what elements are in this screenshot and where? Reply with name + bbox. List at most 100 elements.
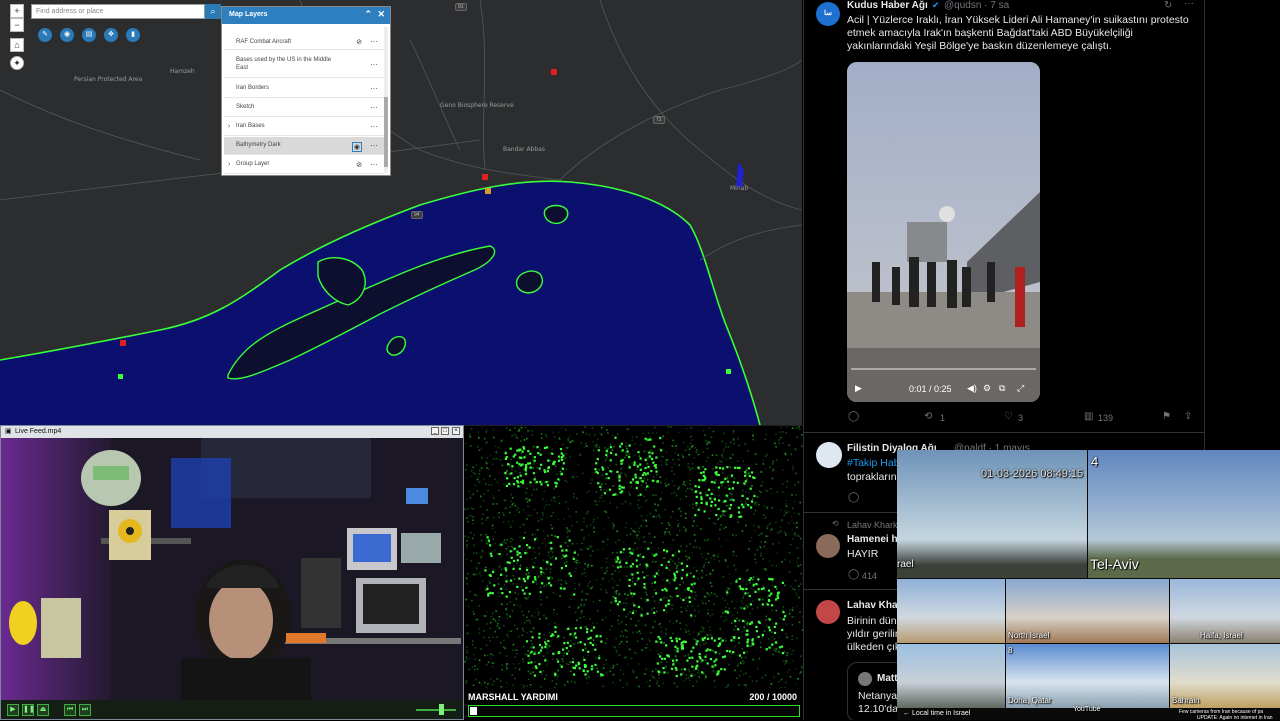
- live-feed-player-window[interactable]: ▣ Live Feed.mp4 _ □ ×: [0, 425, 464, 720]
- bookmark-icon[interactable]: ▮: [126, 28, 140, 42]
- matrix-dot: [742, 603, 744, 605]
- visibility-icon[interactable]: ◉: [352, 142, 362, 152]
- matrix-dot: [540, 571, 542, 573]
- avatar[interactable]: [816, 534, 840, 558]
- tweet-video[interactable]: ▶ 0:01 / 0:25 ◀) ⚙ ⧉ ⤢: [847, 62, 1040, 402]
- reply-icon[interactable]: ◯: [848, 492, 859, 503]
- matrix-dot: [570, 671, 572, 673]
- next-icon[interactable]: ⏭: [79, 704, 91, 716]
- search-icon[interactable]: ⌕: [205, 4, 221, 19]
- layer-item-sketch[interactable]: Sketch ···: [224, 99, 384, 117]
- grok-icon[interactable]: ↻: [1164, 0, 1172, 11]
- pip-icon[interactable]: ⧉: [999, 383, 1005, 394]
- camera-number: 4: [1091, 454, 1098, 469]
- matrix-dot: [741, 631, 743, 633]
- layer-item-iran-borders[interactable]: Iran Borders ···: [224, 80, 384, 98]
- layer-item-bathymetry-dark[interactable]: Bathymetry Dark ◉ ···: [224, 137, 384, 155]
- more-options-icon[interactable]: ···: [370, 37, 378, 46]
- more-options-icon[interactable]: ···: [370, 103, 378, 112]
- fullscreen-icon[interactable]: ⤢: [1017, 383, 1024, 394]
- eject-icon[interactable]: ⏏: [37, 704, 49, 716]
- map-canvas[interactable]: [0, 0, 802, 425]
- matrix-dot: [760, 646, 762, 648]
- close-button[interactable]: ×: [452, 427, 460, 435]
- visibility-icon[interactable]: ◉: [60, 28, 74, 42]
- share-icon[interactable]: ⇪: [1184, 411, 1192, 422]
- views-icon[interactable]: ▥: [1084, 411, 1093, 422]
- more-options-icon[interactable]: ···: [370, 141, 378, 150]
- matrix-dot: [668, 561, 670, 563]
- layer-item-us-bases[interactable]: Bases used by the US in the Middle East …: [224, 52, 384, 78]
- collapse-icon[interactable]: ⌃: [364, 9, 372, 20]
- player-video-frame[interactable]: [1, 438, 463, 701]
- matrix-dot: [584, 673, 586, 675]
- play-icon[interactable]: ▶: [7, 704, 19, 716]
- retweet-icon[interactable]: ⟲: [924, 411, 932, 422]
- layer-item-raf-combat-aircraft[interactable]: RAF Combat Aircraft ⊘ ···: [224, 34, 384, 50]
- tweet-author-name[interactable]: Kudus Haber Ağı: [847, 0, 928, 11]
- matrix-dot: [606, 561, 608, 563]
- tweet-hashtag[interactable]: #Takip Hab: [847, 457, 900, 470]
- more-options-icon[interactable]: ···: [370, 60, 378, 69]
- matrix-dot: [687, 446, 689, 448]
- more-options-icon[interactable]: ···: [1184, 0, 1194, 9]
- avatar[interactable]: [816, 442, 842, 468]
- player-titlebar[interactable]: ▣ Live Feed.mp4 _ □ ×: [1, 426, 463, 438]
- matrix-dot: [532, 534, 534, 536]
- layers-scrollbar[interactable]: [384, 27, 388, 173]
- share-icon[interactable]: ✥: [104, 28, 118, 42]
- matrix-dot: [599, 433, 601, 435]
- more-options-icon[interactable]: ···: [370, 122, 378, 131]
- avatar[interactable]: [816, 600, 840, 624]
- close-icon[interactable]: ✕: [377, 9, 385, 20]
- play-icon[interactable]: ▶: [855, 383, 862, 394]
- matrix-dot: [535, 534, 537, 536]
- maximize-button[interactable]: □: [441, 427, 449, 435]
- like-icon[interactable]: ♡: [1004, 411, 1013, 422]
- matrix-dot: [478, 449, 480, 451]
- bookmark-icon[interactable]: ⚑: [1162, 411, 1171, 422]
- player-controls[interactable]: ▶ ❚❚ ⏏ ⏮ ⏭: [1, 700, 463, 719]
- reply-icon[interactable]: ◯: [848, 569, 859, 580]
- tweet-author-name[interactable]: Hamenei h: [847, 534, 898, 545]
- previous-icon[interactable]: ⏮: [64, 704, 76, 716]
- matrix-dot: [666, 612, 668, 614]
- compass-icon[interactable]: ✦: [10, 56, 24, 70]
- matrix-dot: [563, 518, 565, 520]
- chevron-right-icon[interactable]: ›: [228, 123, 230, 130]
- tweet-text-line: 12.10'da: [858, 703, 898, 716]
- layer-item-iran-bases[interactable]: › Iran Bases ···: [224, 118, 384, 136]
- retweeted-by[interactable]: Lahav Khark: [847, 520, 898, 530]
- minimize-button[interactable]: _: [431, 427, 439, 435]
- settings-icon[interactable]: ⚙: [983, 383, 991, 394]
- map-layers-panel[interactable]: Map Layers ⌃ ✕ RAF Combat Aircraft ⊘ ···…: [221, 6, 391, 176]
- more-options-icon[interactable]: ···: [370, 84, 378, 93]
- chevron-right-icon[interactable]: ›: [228, 161, 230, 168]
- map-view[interactable]: Persian Protected Area Hamzeh Bandar Abb…: [0, 0, 802, 425]
- measure-icon[interactable]: ✎: [38, 28, 52, 42]
- home-icon[interactable]: ⌂: [10, 38, 24, 52]
- matrix-dot: [477, 619, 479, 621]
- volume-slider-handle[interactable]: [439, 704, 444, 715]
- tweet-handle[interactable]: @qudsn · 7 sa: [944, 0, 1009, 11]
- matrix-dot: [671, 668, 673, 670]
- zoom-in-button[interactable]: +: [10, 4, 24, 18]
- basemap-icon[interactable]: ▤: [82, 28, 96, 42]
- matrix-dot: [524, 593, 526, 595]
- reply-icon[interactable]: ◯: [848, 411, 859, 422]
- matrix-dot: [574, 561, 576, 563]
- zoom-out-button[interactable]: −: [10, 18, 24, 32]
- matrix-dot: [494, 631, 496, 633]
- layer-item-group-layer[interactable]: › Group Layer ⊘ ···: [224, 156, 384, 174]
- map-search-input[interactable]: Find address or place: [31, 4, 205, 19]
- matrix-dot: [738, 664, 740, 666]
- volume-slider[interactable]: [416, 709, 456, 711]
- pause-icon[interactable]: ❚❚: [22, 704, 34, 716]
- more-options-icon[interactable]: ···: [370, 160, 378, 169]
- tweet-author-name[interactable]: Lahav Khal: [847, 600, 900, 611]
- visibility-hidden-icon[interactable]: ⊘: [356, 161, 362, 169]
- matrix-dot: [511, 674, 513, 676]
- volume-icon[interactable]: ◀): [967, 383, 977, 394]
- visibility-hidden-icon[interactable]: ⊘: [356, 38, 362, 46]
- avatar[interactable]: سا: [816, 2, 840, 26]
